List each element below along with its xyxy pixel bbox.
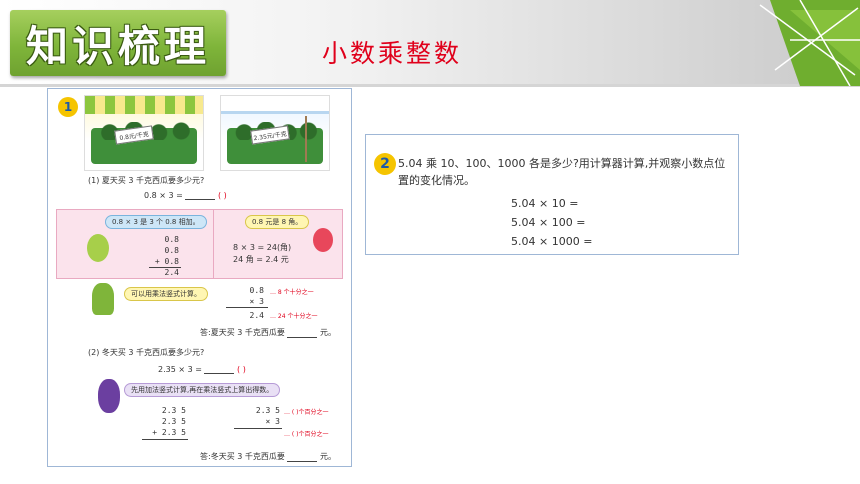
- answer-blank: [204, 365, 235, 374]
- topic-title: 小数乘整数: [322, 39, 463, 68]
- section-badge: 知识梳理: [10, 10, 226, 76]
- question-2-answer: 答:冬天买 3 千克西瓜要 元。: [200, 452, 336, 462]
- question-1-text: (1) 夏天买 3 千克西瓜要多少元?: [88, 176, 205, 185]
- calc-line: 5.04 × 100 =: [511, 216, 586, 229]
- addition-column: 0.8 0.8 + 0.8 2.4: [154, 235, 179, 277]
- question-1-equation: 0.8 × 3 = ( ): [144, 191, 227, 200]
- multiplication-column: 0.8 × 3 2.4: [249, 286, 264, 320]
- broccoli-mascot-icon: [92, 283, 114, 315]
- calc-line: 5.04 × 10 =: [511, 197, 579, 210]
- answer-blank: [185, 191, 216, 200]
- speech-bubble: 0.8 元是 8 角。: [245, 215, 310, 229]
- eggplant-mascot-icon: [98, 379, 120, 413]
- speech-bubble: 先用加法竖式计算,再在乘法竖式上算出得数。: [124, 383, 281, 397]
- calc-line: 5.04 × 1000 =: [511, 235, 593, 248]
- question-1-answer: 答:夏天买 3 千克西瓜要 元。: [200, 328, 336, 338]
- speech-bubble: 可以用乘法竖式计算。: [124, 287, 208, 301]
- summer-stall-illustration: 0.8元/千克: [84, 95, 204, 171]
- textbook-example-panel: 1 0.8元/千克 2.35元/千克 (1) 夏天买 3 千克西瓜要多少元? 0…: [47, 88, 352, 467]
- corner-decoration-icon: [759, 0, 860, 86]
- addition-column: 2.3 5 2.3 5 + 2.3 5: [152, 406, 186, 437]
- calculator-question-box: 2 5.04 乘 10、100、1000 各是多少?用计算器计算,并观察小数点位…: [365, 134, 739, 255]
- question-text: 5.04 乘 10、100、1000 各是多少?用计算器计算,并观察小数点位置的…: [398, 157, 726, 187]
- question-2-text: (2) 冬天买 3 千克西瓜要多少元?: [88, 348, 205, 357]
- apple-mascot-icon: [313, 228, 333, 252]
- answer-blank: [287, 453, 318, 462]
- pear-mascot-icon: [87, 234, 109, 262]
- multiplication-column: 2.3 5 × 3: [255, 406, 280, 426]
- question-number-badge: 2: [374, 153, 396, 175]
- question-2-equation: 2.35 × 3 = ( ): [158, 365, 246, 374]
- winter-stall-illustration: 2.35元/千克: [220, 95, 330, 171]
- speech-bubble: 0.8 × 3 是 3 个 0.8 相加。: [105, 215, 207, 229]
- answer-blank: [287, 329, 318, 338]
- tree-icon: [305, 116, 323, 162]
- example-number-badge: 1: [58, 97, 78, 117]
- method-comparison-box: 0.8 × 3 是 3 个 0.8 相加。 0.8 0.8 + 0.8 2.4 …: [56, 209, 343, 279]
